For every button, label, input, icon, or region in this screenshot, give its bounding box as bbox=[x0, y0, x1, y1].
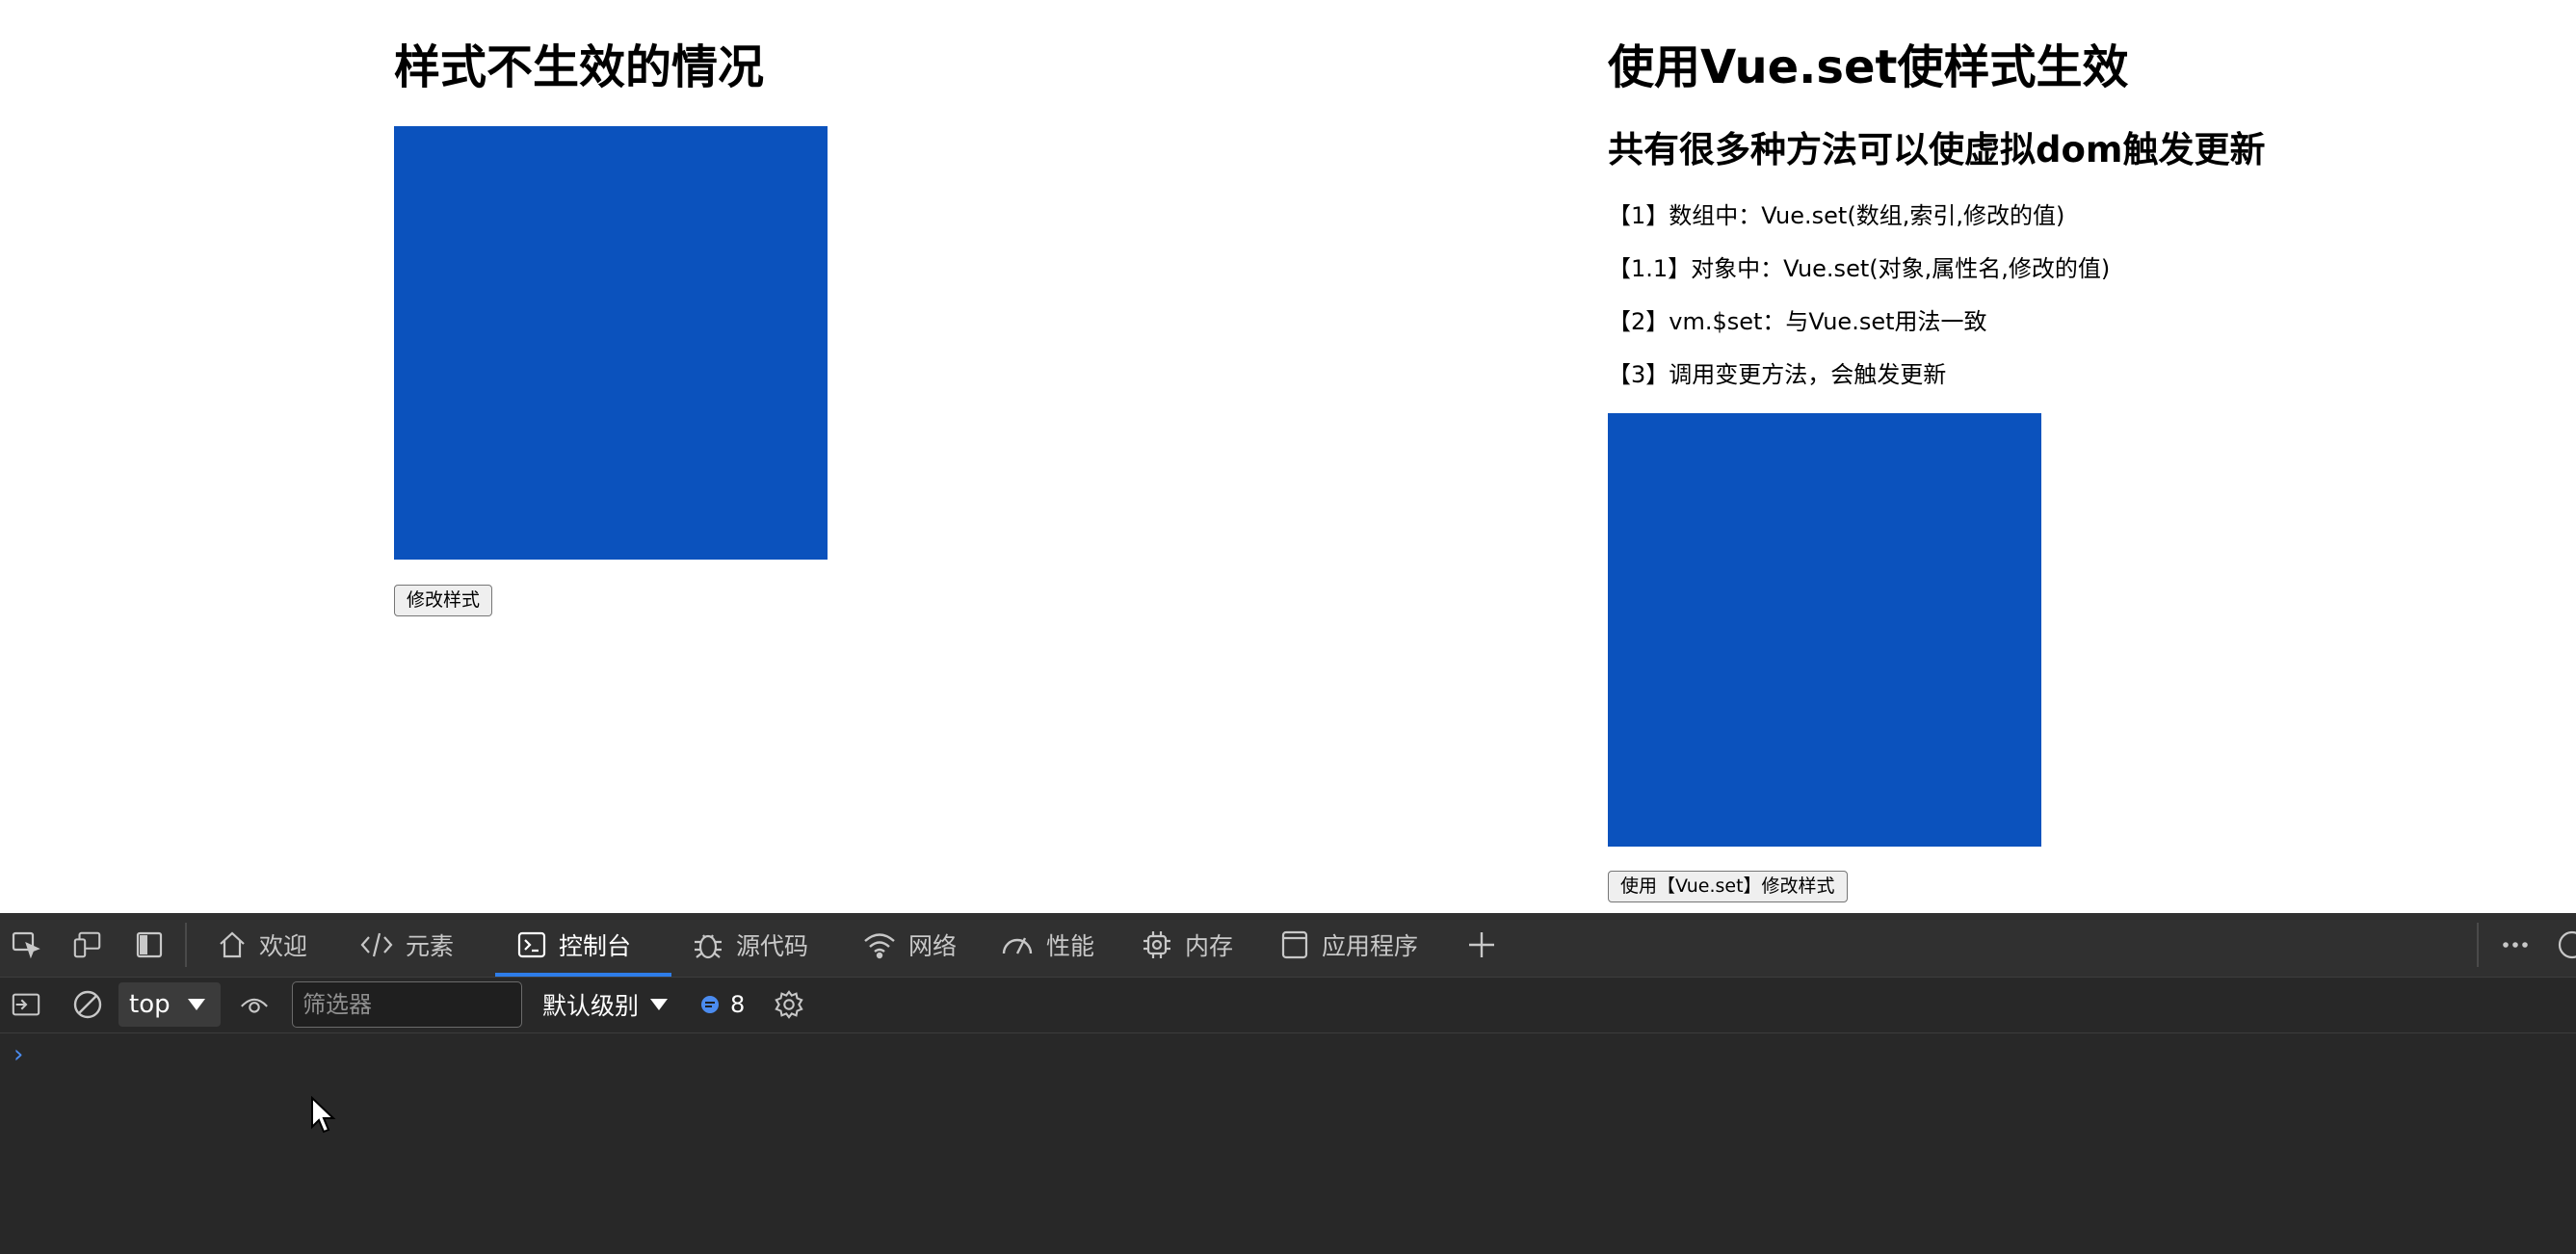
vue-set-modify-style-button[interactable]: 使用【Vue.set】修改样式 bbox=[1608, 871, 1848, 902]
device-emulation-icon[interactable] bbox=[72, 929, 103, 960]
console-prompt-chevron-icon[interactable]: › bbox=[13, 1040, 23, 1069]
tab-application[interactable]: 应用程序 bbox=[1279, 913, 1418, 977]
tab-network[interactable]: 网络 bbox=[862, 913, 957, 977]
tab-welcome[interactable]: 欢迎 bbox=[217, 913, 307, 977]
console-settings-gear-icon[interactable] bbox=[774, 989, 804, 1020]
console-icon bbox=[517, 931, 546, 958]
tab-sources[interactable]: 源代码 bbox=[692, 913, 808, 977]
tab-label: 内存 bbox=[1185, 932, 1234, 960]
tab-elements[interactable]: 元素 bbox=[359, 913, 454, 977]
filter-input[interactable] bbox=[292, 981, 522, 1028]
tab-memory[interactable]: 内存 bbox=[1141, 913, 1233, 977]
chevron-down-icon bbox=[187, 999, 205, 1010]
home-icon bbox=[220, 931, 245, 958]
dock-sidebar-icon[interactable] bbox=[134, 929, 165, 960]
code-icon bbox=[360, 932, 393, 957]
left-heading: 样式不生效的情况 bbox=[394, 40, 765, 94]
devtools-tab-bar: 欢迎 元素 控制台 源代码 网络 性能 内存 应用程序 bbox=[0, 913, 2576, 978]
tab-label: 控制台 bbox=[559, 932, 632, 960]
issues-count: 8 bbox=[730, 991, 746, 1018]
page-viewport: 样式不生效的情况 修改样式 使用Vue.set使样式生效 共有很多种方法可以使虚… bbox=[0, 0, 2576, 913]
tab-label: 源代码 bbox=[736, 932, 809, 960]
gauge-icon bbox=[1002, 937, 1033, 954]
mouse-cursor-icon bbox=[311, 1096, 336, 1134]
live-expression-eye-icon[interactable] bbox=[239, 989, 270, 1020]
tab-label: 欢迎 bbox=[259, 932, 308, 960]
chip-icon bbox=[1143, 931, 1170, 958]
app-window-icon bbox=[1281, 930, 1308, 959]
tab-separator bbox=[185, 923, 187, 967]
wifi-icon bbox=[864, 933, 895, 959]
tab-label: 元素 bbox=[406, 932, 455, 960]
tab-console[interactable]: 控制台 bbox=[495, 913, 671, 977]
levels-label: 默认级别 bbox=[542, 992, 640, 1020]
clear-console-icon[interactable] bbox=[72, 989, 103, 1020]
context-select[interactable]: top bbox=[118, 982, 221, 1027]
tab-separator bbox=[2477, 923, 2479, 967]
method-line-2: 【2】vm.$set：与Vue.set用法一致 bbox=[1608, 308, 1987, 335]
context-value: top bbox=[129, 990, 171, 1019]
log-levels-dropdown[interactable]: 默认级别 bbox=[542, 978, 670, 1032]
right-blue-box bbox=[1608, 413, 2041, 847]
method-line-3: 【3】调用变更方法，会触发更新 bbox=[1608, 361, 1947, 388]
tab-label: 性能 bbox=[1046, 932, 1095, 960]
tab-label: 应用程序 bbox=[1322, 932, 1419, 960]
left-blue-box bbox=[394, 126, 828, 560]
method-line-1: 【1】数组中：Vue.set(数组,索引,修改的值) bbox=[1608, 202, 2065, 229]
inspect-element-icon[interactable] bbox=[11, 929, 41, 960]
modify-style-button[interactable]: 修改样式 bbox=[394, 585, 493, 616]
issues-counter[interactable]: 8 bbox=[699, 978, 745, 1032]
message-bubble-icon bbox=[701, 996, 719, 1013]
devtools-panel: 欢迎 元素 控制台 源代码 网络 性能 内存 应用程序 top 筛选器 默认级别… bbox=[0, 913, 2576, 1254]
help-icon[interactable] bbox=[2557, 929, 2576, 960]
console-toolbar: top 默认级别 8 bbox=[0, 978, 2576, 1033]
tab-label: 网络 bbox=[908, 932, 958, 960]
chevron-down-icon bbox=[650, 999, 669, 1010]
add-tool-plus-icon[interactable] bbox=[1466, 929, 1497, 960]
bug-icon bbox=[695, 934, 722, 959]
right-subheading: 共有很多种方法可以使虚拟dom触发更新 bbox=[1608, 129, 2266, 170]
right-heading: 使用Vue.set使样式生效 bbox=[1608, 40, 2129, 94]
tab-performance[interactable]: 性能 bbox=[1000, 913, 1094, 977]
more-options-icon[interactable] bbox=[2500, 929, 2531, 960]
method-line-1-1: 【1.1】对象中：Vue.set(对象,属性名,修改的值) bbox=[1608, 255, 2111, 282]
show-console-sidebar-icon[interactable] bbox=[11, 989, 41, 1020]
